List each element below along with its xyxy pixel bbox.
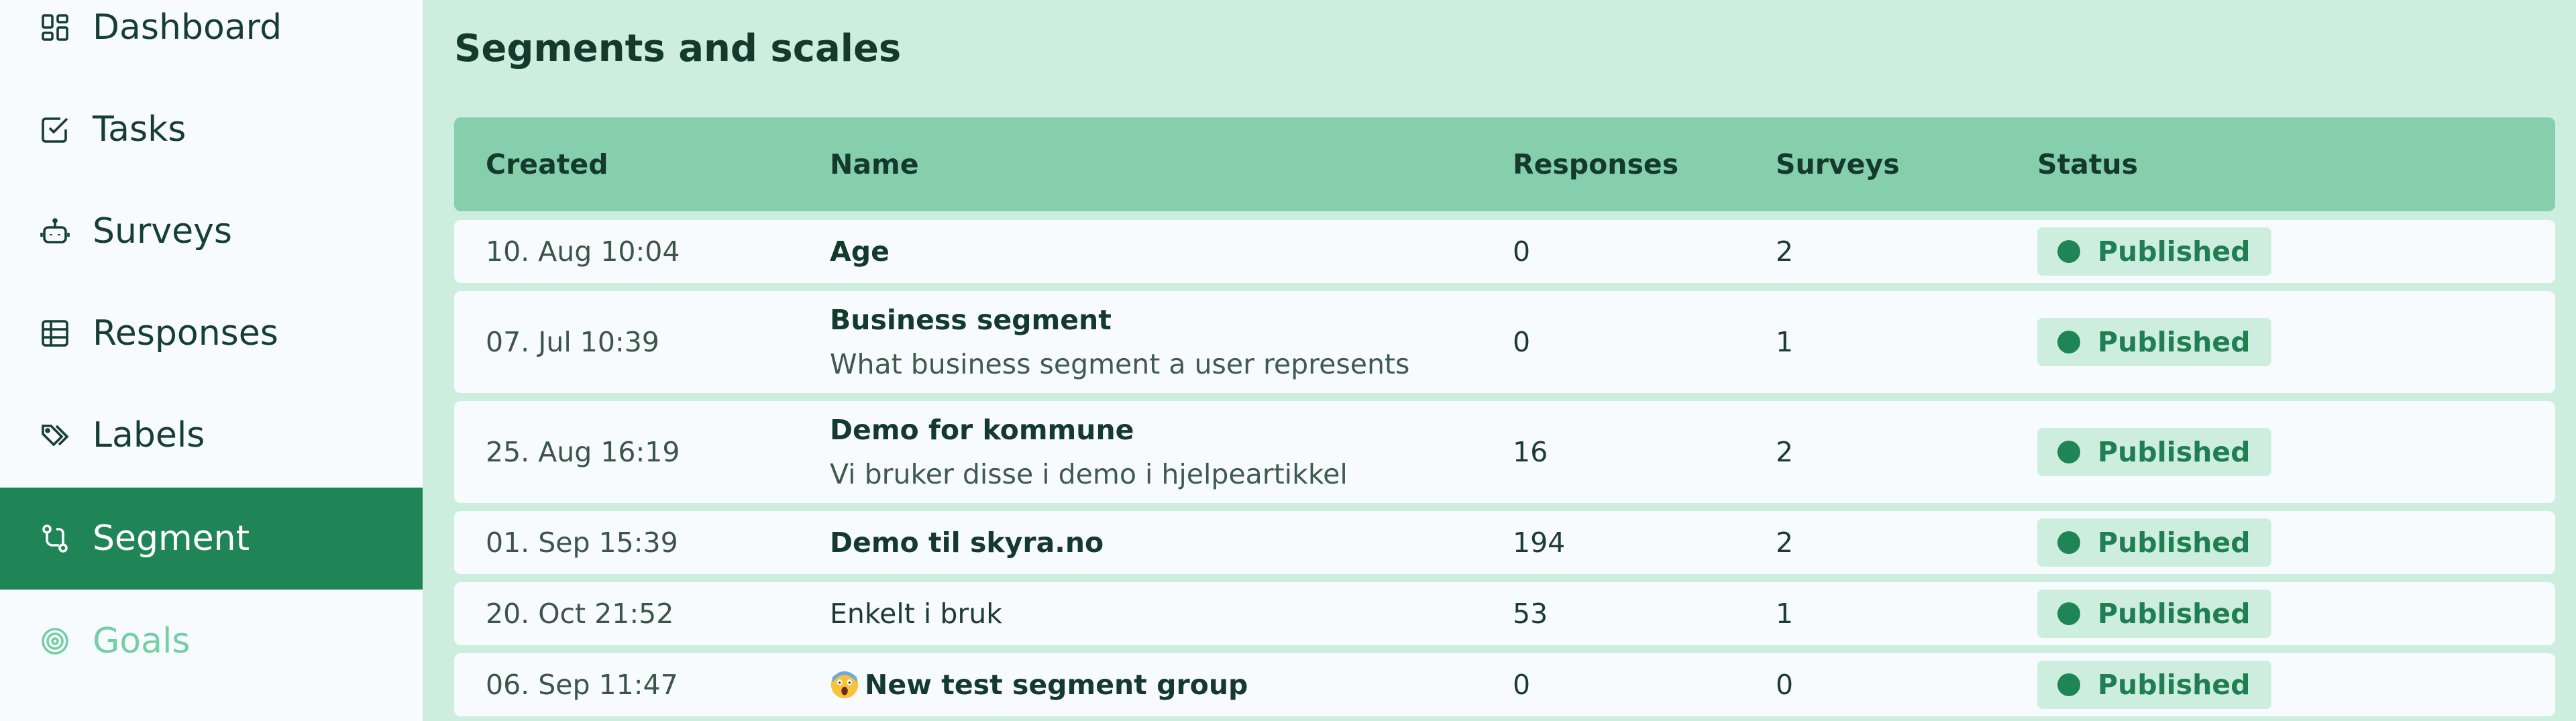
segment-name[interactable]: Enkelt i bruk (830, 598, 1002, 630)
sidebar-item-label: Responses (93, 313, 278, 353)
sidebar-item-label: Labels (93, 415, 205, 455)
name-cell: Age (830, 220, 890, 283)
name-cell: Enkelt i bruk (830, 582, 1002, 645)
status-cell: Published (2037, 401, 2272, 503)
status-label: Published (2098, 235, 2251, 268)
goals-icon (38, 624, 72, 659)
sidebar-item-goals[interactable]: Goals (0, 590, 423, 692)
main-content: Segments and scales Created Name Respons… (423, 0, 2576, 721)
sidebar-item-label: Dashboard (93, 7, 282, 48)
status-cell: Published (2037, 220, 2272, 283)
status-cell: Published (2037, 511, 2272, 574)
created-cell: 01. Sep 15:39 (486, 526, 678, 559)
responses-cell: 0 (1513, 326, 1531, 358)
segment-name[interactable]: Age (830, 235, 890, 268)
column-header-name[interactable]: Name (830, 117, 919, 211)
sidebar: Dashboard Tasks Surveys Responses Labels… (0, 0, 423, 721)
status-badge: Published (2037, 227, 2272, 276)
status-badge: Published (2037, 318, 2272, 366)
status-cell: Published (2037, 653, 2272, 716)
status-dot-icon (2057, 673, 2080, 696)
sidebar-item-tasks[interactable]: Tasks (0, 78, 423, 180)
table-row[interactable]: 20. Oct 21:52 Enkelt i bruk 53 1 Publish… (454, 582, 2555, 645)
responses-cell: 16 (1513, 436, 1548, 468)
status-badge: Published (2037, 518, 2272, 567)
column-header-surveys[interactable]: Surveys (1776, 117, 1900, 211)
tasks-icon (38, 112, 72, 147)
segment-name[interactable]: New test segment group (865, 669, 1248, 701)
surveys-cell: 2 (1776, 436, 1794, 468)
status-dot-icon (2057, 602, 2080, 625)
created-cell: 10. Aug 10:04 (486, 235, 680, 268)
responses-icon (38, 316, 72, 351)
sidebar-item-label: Tasks (93, 109, 186, 150)
surveys-cell: 0 (1776, 669, 1794, 701)
table-row[interactable]: 10. Aug 10:04 Age 0 2 Published (454, 220, 2555, 283)
name-cell: Demo til skyra.no (830, 511, 1104, 574)
segment-name[interactable]: Business segment (830, 304, 1409, 336)
status-label: Published (2098, 436, 2251, 468)
responses-cell: 0 (1513, 669, 1531, 701)
surveys-cell: 2 (1776, 235, 1794, 268)
segment-name[interactable]: Demo til skyra.no (830, 526, 1104, 559)
table-row[interactable]: 25. Aug 16:19 Demo for kommune Vi bruker… (454, 401, 2555, 503)
surveys-cell: 2 (1776, 526, 1794, 559)
table-header: Created Name Responses Surveys Status (454, 117, 2555, 211)
screaming-face-emoji-icon (830, 670, 859, 700)
sidebar-item-segment[interactable]: Segment (0, 488, 423, 590)
status-cell: Published (2037, 291, 2272, 393)
table-row[interactable]: 07. Jul 10:39 Business segment What busi… (454, 291, 2555, 393)
name-cell: Demo for kommune Vi bruker disse i demo … (830, 401, 1348, 503)
responses-cell: 194 (1513, 526, 1566, 559)
created-cell: 06. Sep 11:47 (486, 669, 678, 701)
segment-description: Vi bruker disse i demo i hjelpeartikkel (830, 458, 1348, 490)
status-label: Published (2098, 598, 2251, 630)
status-dot-icon (2057, 531, 2080, 554)
status-dot-icon (2057, 240, 2080, 263)
status-label: Published (2098, 669, 2251, 701)
status-badge: Published (2037, 661, 2272, 709)
status-label: Published (2098, 526, 2251, 559)
status-badge: Published (2037, 428, 2272, 476)
segment-name[interactable]: Demo for kommune (830, 414, 1348, 446)
status-dot-icon (2057, 441, 2080, 463)
segment-icon (38, 521, 72, 556)
responses-cell: 53 (1513, 598, 1548, 630)
created-cell: 07. Jul 10:39 (486, 326, 659, 358)
name-cell: New test segment group (830, 653, 1248, 716)
responses-cell: 0 (1513, 235, 1531, 268)
created-cell: 25. Aug 16:19 (486, 436, 680, 468)
status-dot-icon (2057, 331, 2080, 353)
status-badge: Published (2037, 590, 2272, 638)
table-row[interactable]: 01. Sep 15:39 Demo til skyra.no 194 2 Pu… (454, 511, 2555, 574)
dashboard-icon (38, 10, 72, 45)
surveys-cell: 1 (1776, 598, 1794, 630)
column-header-status[interactable]: Status (2037, 117, 2138, 211)
sidebar-item-label: Surveys (93, 211, 232, 252)
sidebar-item-labels[interactable]: Labels (0, 384, 423, 486)
created-cell: 20. Oct 21:52 (486, 598, 674, 630)
page-title: Segments and scales (454, 27, 902, 70)
sidebar-item-label: Segment (93, 518, 250, 559)
sidebar-item-responses[interactable]: Responses (0, 282, 423, 384)
sidebar-item-dashboard[interactable]: Dashboard (0, 0, 423, 78)
segment-description: What business segment a user represents (830, 348, 1410, 380)
labels-icon (38, 418, 72, 453)
column-header-created[interactable]: Created (486, 117, 608, 211)
status-label: Published (2098, 326, 2251, 358)
surveys-cell: 1 (1776, 326, 1794, 358)
column-header-responses[interactable]: Responses (1513, 117, 1678, 211)
surveys-icon (38, 214, 72, 249)
status-cell: Published (2037, 582, 2272, 645)
name-cell: Business segment What business segment a… (830, 291, 1409, 393)
sidebar-item-label: Goals (93, 621, 191, 661)
table-row[interactable]: 06. Sep 11:47 New test segment group 0 0 (454, 653, 2555, 716)
sidebar-item-surveys[interactable]: Surveys (0, 180, 423, 282)
